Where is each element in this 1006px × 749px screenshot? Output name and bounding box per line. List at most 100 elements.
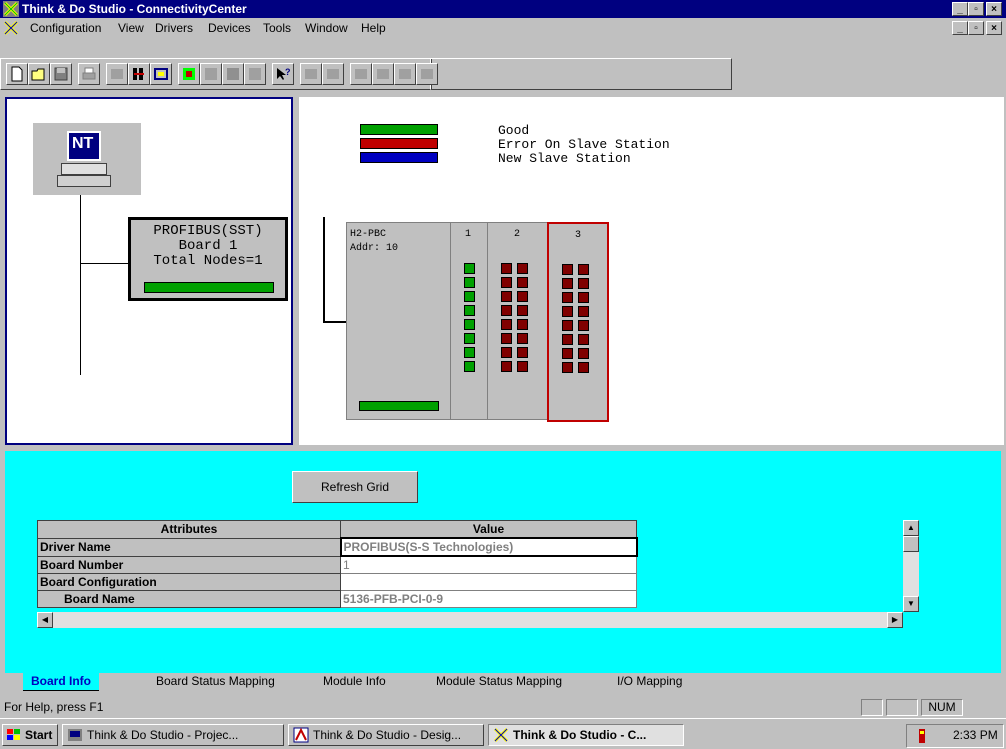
row-value-driver-name[interactable]: PROFIBUS(S-S Technologies) — [339, 537, 638, 557]
module-led — [562, 320, 573, 331]
module-led — [578, 334, 589, 345]
cut-tool-icon[interactable] — [106, 63, 128, 85]
rack-wire-vertical — [323, 217, 325, 323]
tab-board-status-mapping[interactable]: Board Status Mapping — [156, 674, 275, 688]
module-led — [517, 277, 528, 288]
tray-app-icon[interactable] — [915, 728, 929, 747]
computer-node[interactable]: NT — [33, 123, 141, 195]
grid-tool-icon[interactable] — [222, 63, 244, 85]
scroll-thumb-vertical[interactable] — [903, 536, 919, 552]
slot-2-label: 2 — [514, 229, 521, 240]
row-value-board-configuration[interactable] — [340, 573, 637, 591]
legend-good-swatch — [360, 124, 438, 135]
maximize-button[interactable]: ▫ — [968, 2, 984, 16]
table-row[interactable]: Board Configuration — [37, 573, 637, 591]
disabled-tool-4-icon[interactable] — [372, 63, 394, 85]
row-attr-board-name: Board Name — [37, 590, 341, 608]
toolbar: ? — [0, 38, 1006, 92]
task-connectivity[interactable]: Think & Do Studio - C... — [488, 724, 684, 746]
disabled-tool-1-icon[interactable] — [300, 63, 322, 85]
attributes-table: Attributes Value Driver Name PROFIBUS(S-… — [37, 520, 638, 608]
legend-good-label: Good — [498, 123, 530, 138]
menu-drivers[interactable]: Drivers — [155, 21, 193, 35]
scroll-up-icon[interactable]: ▲ — [903, 520, 919, 536]
rack-slot-3[interactable]: 3 — [547, 222, 609, 422]
module-led — [501, 333, 512, 344]
table-row[interactable]: Driver Name PROFIBUS(S-S Technologies) — [37, 537, 638, 557]
menu-help[interactable]: Help — [361, 21, 386, 35]
table-row[interactable]: Board Name 5136-PFB-PCI-0-9 — [37, 590, 637, 608]
menu-view[interactable]: View — [118, 21, 144, 35]
close-button[interactable]: × — [986, 2, 1002, 16]
rack-slot-2[interactable]: 2 — [487, 222, 549, 420]
task-project[interactable]: Think & Do Studio - Projec... — [62, 724, 284, 746]
scroll-left-icon[interactable]: ◀ — [37, 612, 53, 628]
disabled-tool-6-icon[interactable] — [416, 63, 438, 85]
grid-horizontal-scrollbar[interactable]: ◀ ▶ — [37, 612, 903, 628]
module-led — [464, 361, 475, 372]
slot-3-label: 3 — [575, 230, 582, 241]
minimize-button[interactable]: _ — [952, 2, 968, 16]
network-tree-pane[interactable]: NT PROFIBUS(SST) Board 1 Total Nodes=1 — [5, 97, 293, 445]
attributes-grid[interactable]: Attributes Value Driver Name PROFIBUS(S-… — [37, 520, 919, 629]
disabled-tool-3-icon[interactable] — [350, 63, 372, 85]
app-icon[interactable] — [3, 1, 19, 17]
table-tool-icon[interactable] — [244, 63, 266, 85]
start-button[interactable]: Start — [2, 724, 58, 746]
refresh-grid-label: Refresh Grid — [320, 480, 390, 494]
connect-tool-icon[interactable] — [150, 63, 172, 85]
head-module-addr: Addr: 10 — [350, 243, 399, 254]
nt-label: NT — [72, 135, 94, 152]
project-app-icon — [67, 727, 83, 745]
module-tool-icon[interactable] — [200, 63, 222, 85]
child-close-button[interactable]: × — [986, 21, 1002, 35]
network-tool-icon[interactable] — [178, 63, 200, 85]
child-restore-button[interactable]: ▫ — [968, 21, 984, 35]
menu-window[interactable]: Window — [305, 21, 348, 35]
clock[interactable]: 2:33 PM — [953, 728, 998, 742]
rack-head-module[interactable]: H2-PBC Addr: 10 — [346, 222, 452, 420]
board-info-pane: Refresh Grid Attributes Value Driver Nam… — [5, 451, 1001, 673]
module-led — [501, 291, 512, 302]
rack-view-pane[interactable]: Good Error On Slave Station New Slave St… — [299, 97, 1004, 445]
print-icon[interactable] — [78, 63, 100, 85]
board-line-1: PROFIBUS(SST) — [153, 223, 263, 239]
scroll-down-icon[interactable]: ▼ — [903, 596, 919, 612]
document-icon[interactable] — [3, 20, 19, 36]
tab-module-info[interactable]: Module Info — [323, 674, 386, 688]
new-icon[interactable] — [6, 63, 28, 85]
status-bar: For Help, press F1 NUM — [0, 698, 1006, 716]
scroll-right-icon[interactable]: ▶ — [887, 612, 903, 628]
disabled-tool-2-icon[interactable] — [322, 63, 344, 85]
tab-board-info[interactable]: Board Info — [23, 672, 99, 691]
disabled-tool-5-icon[interactable] — [394, 63, 416, 85]
context-help-icon[interactable]: ? — [272, 63, 294, 85]
title-bar[interactable]: Think & Do Studio - ConnectivityCenter _… — [0, 0, 1006, 18]
module-led — [464, 291, 475, 302]
value-header[interactable]: Value — [340, 520, 637, 539]
row-value-board-name[interactable]: 5136-PFB-PCI-0-9 — [340, 590, 637, 608]
row-value-board-number[interactable]: 1 — [340, 555, 637, 574]
attributes-header[interactable]: Attributes — [37, 520, 341, 539]
rack-slot-1[interactable]: 1 — [450, 222, 488, 420]
start-label: Start — [25, 728, 53, 742]
rack-tool-icon[interactable] — [128, 63, 150, 85]
module-led — [517, 291, 528, 302]
child-minimize-button[interactable]: _ — [952, 21, 968, 35]
refresh-grid-button[interactable]: Refresh Grid — [292, 471, 418, 503]
module-led — [562, 362, 573, 373]
task-designer[interactable]: Think & Do Studio - Desig... — [288, 724, 484, 746]
rack-wire-horizontal — [323, 321, 347, 323]
grid-vertical-scrollbar[interactable]: ▲ ▼ — [903, 520, 919, 612]
profibus-board-node[interactable]: PROFIBUS(SST) Board 1 Total Nodes=1 — [128, 217, 288, 301]
tab-io-mapping[interactable]: I/O Mapping — [617, 674, 682, 688]
save-icon[interactable] — [50, 63, 72, 85]
menu-devices[interactable]: Devices — [208, 21, 251, 35]
menu-configuration[interactable]: Configuration — [30, 21, 101, 35]
board-line-2: Board 1 — [178, 238, 238, 254]
board-status-bar — [144, 282, 274, 293]
menu-tools[interactable]: Tools — [263, 21, 291, 35]
tab-module-status-mapping[interactable]: Module Status Mapping — [436, 674, 562, 688]
open-icon[interactable] — [28, 63, 50, 85]
table-row[interactable]: Board Number 1 — [37, 555, 637, 574]
